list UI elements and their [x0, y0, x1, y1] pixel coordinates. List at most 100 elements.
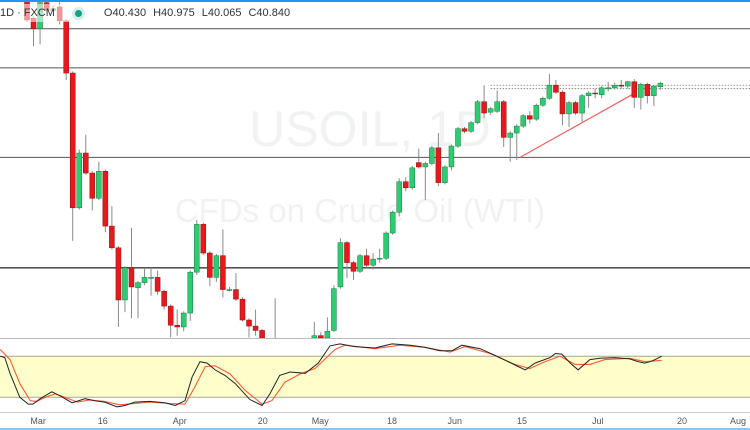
- candle: [448, 144, 455, 171]
- candle: [220, 229, 226, 298]
- candle-body-up: [331, 288, 337, 331]
- candle-body-down: [344, 242, 350, 263]
- candle-body-down: [402, 181, 409, 189]
- candle: [559, 90, 566, 126]
- candle: [102, 169, 109, 233]
- candle-body-up: [514, 125, 520, 134]
- candle: [474, 100, 481, 125]
- legend-low: L40.065: [201, 7, 242, 19]
- candle: [592, 88, 598, 99]
- candle-body-down: [154, 277, 161, 292]
- candle-body-up: [187, 271, 193, 314]
- candle: [350, 260, 357, 280]
- candle-body-down: [115, 247, 122, 301]
- candle-body-down: [200, 224, 207, 254]
- candle: [239, 297, 246, 322]
- candle-body-up: [76, 152, 82, 209]
- time-tick-label: 16: [98, 416, 108, 426]
- candle-body-up: [389, 211, 396, 234]
- candle-body-down: [128, 267, 135, 288]
- candle: [89, 171, 96, 211]
- candle: [357, 253, 363, 274]
- candle: [442, 165, 448, 185]
- candle-body-down: [252, 325, 259, 331]
- candle-body-down: [435, 147, 442, 183]
- candle: [500, 100, 507, 147]
- legend-close: C40.840: [248, 7, 291, 19]
- candle-body-down: [416, 162, 422, 168]
- legend-source: FXCM: [23, 7, 55, 19]
- candle: [618, 80, 624, 89]
- candle: [324, 317, 331, 338]
- candle-body-up: [494, 101, 500, 112]
- candle-body-up: [422, 163, 429, 168]
- candle-body-up: [429, 147, 435, 164]
- candle: [363, 248, 370, 269]
- candle: [494, 90, 500, 114]
- candle: [344, 240, 350, 279]
- candle: [625, 80, 631, 89]
- candle: [259, 328, 265, 338]
- candle-body-up: [148, 277, 154, 279]
- candle-body-down: [233, 289, 239, 300]
- price-chart[interactable]: USOIL, 1D CFDs on Crude Oil (WTI) Mar 16 A…: [0, 0, 750, 430]
- time-tick-label: Jun: [447, 416, 462, 426]
- candle-body-down: [363, 255, 370, 266]
- candle: [566, 100, 572, 127]
- candle: [83, 134, 89, 175]
- candle: [174, 309, 180, 336]
- symbol-legend: 1D · FXCM O40.430 H40.975 L40.065 C40.84…: [0, 4, 298, 22]
- candle-body-up: [396, 181, 402, 213]
- candle-body-up: [180, 312, 187, 328]
- legend-interval: 1D: [0, 7, 15, 19]
- candle-body-up: [448, 145, 455, 168]
- candle: [128, 227, 135, 319]
- candle-body-up: [213, 255, 220, 278]
- candle-body-down: [89, 172, 96, 199]
- candle: [331, 285, 337, 333]
- time-tick-label: 20: [677, 416, 687, 426]
- candle-body-up: [638, 84, 644, 98]
- candle-body-up: [324, 331, 331, 338]
- candle: [233, 273, 239, 301]
- time-tick-label: Apr: [173, 416, 187, 426]
- candle-body-down: [167, 305, 174, 326]
- candle: [546, 73, 553, 100]
- candle: [167, 304, 174, 338]
- candle-body-up: [520, 115, 527, 127]
- candle: [540, 96, 546, 107]
- candle: [533, 103, 540, 121]
- candle: [311, 321, 318, 338]
- candle: [318, 332, 324, 338]
- candle: [252, 309, 259, 336]
- candle-body-down: [592, 92, 598, 95]
- candle: [527, 111, 533, 124]
- candle-body-up: [376, 258, 383, 260]
- candle-body-up: [370, 258, 376, 266]
- candle-body-down: [174, 324, 180, 328]
- market-status-dot-icon: [74, 9, 82, 17]
- candle-body-up: [442, 166, 448, 183]
- candle: [396, 178, 402, 217]
- candle: [383, 231, 389, 260]
- time-tick-label: Aug: [730, 416, 746, 426]
- candle-body-down: [220, 255, 226, 290]
- time-tick-label: Jul: [592, 416, 604, 426]
- candle: [598, 86, 605, 99]
- candle-body-up: [135, 282, 141, 289]
- candle: [389, 210, 396, 235]
- candle: [148, 267, 154, 296]
- candle-body-up: [507, 132, 513, 138]
- candle: [226, 286, 233, 292]
- candle: [122, 266, 128, 313]
- stochastic-pane: [0, 343, 750, 408]
- candle: [402, 177, 409, 192]
- watermark-symbol: USOIL, 1D: [249, 101, 491, 157]
- candle: [553, 80, 559, 94]
- candle: [455, 126, 461, 148]
- candle-body-down: [109, 225, 115, 249]
- time-axis[interactable]: Mar 16 Apr 20 May 18 Jun 15 Jul 20 Aug: [0, 412, 750, 427]
- candle: [651, 85, 657, 107]
- time-tick-label: 15: [517, 416, 527, 426]
- candle-body-up: [598, 87, 605, 96]
